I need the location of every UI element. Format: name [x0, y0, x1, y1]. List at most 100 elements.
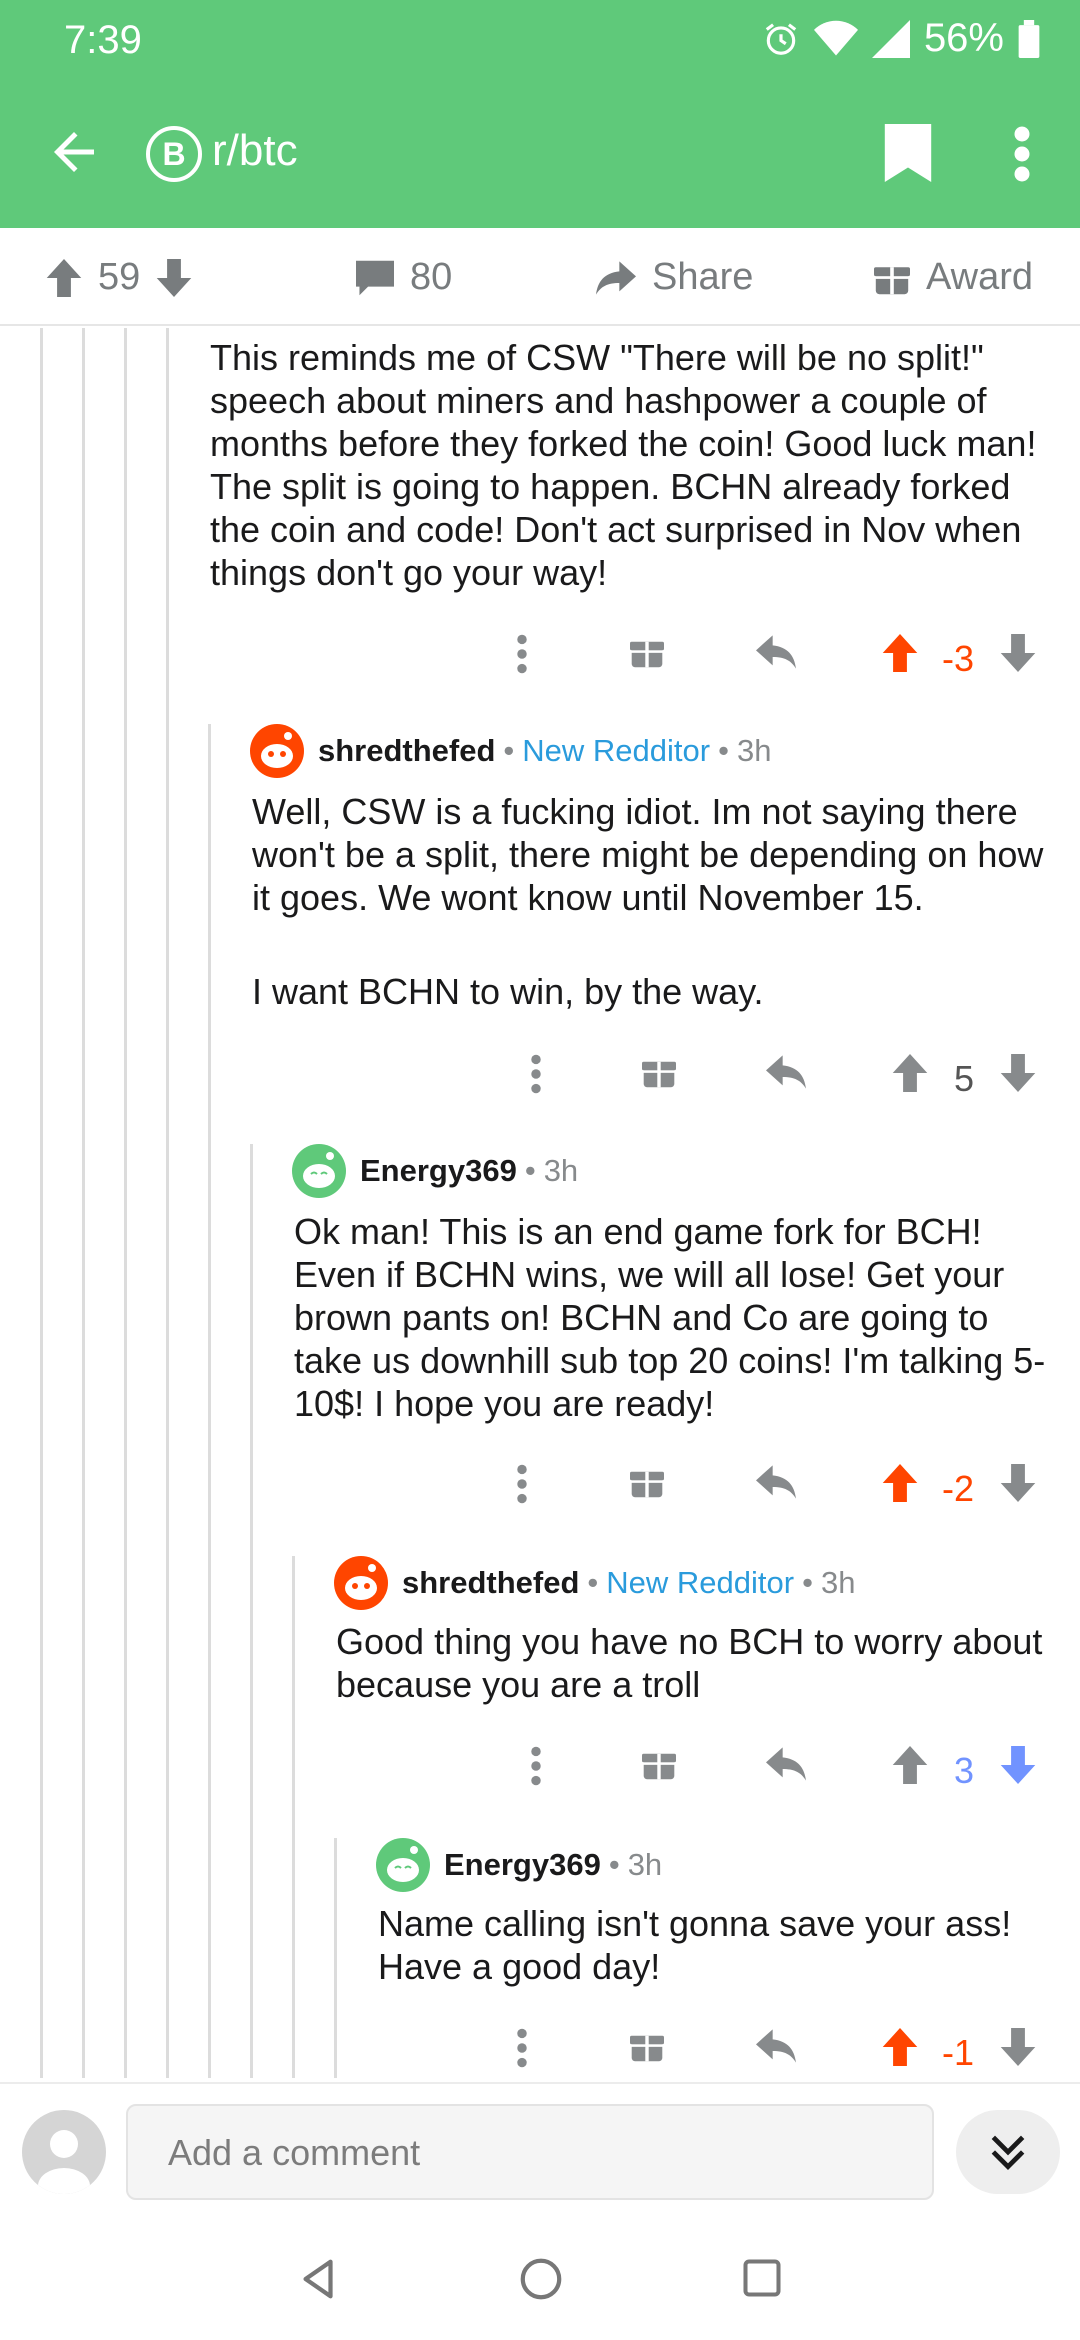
collapse-comments-button[interactable] [956, 2110, 1060, 2194]
more-options-icon[interactable] [530, 1746, 542, 1786]
status-icons: 56% [762, 16, 1040, 61]
thread-line[interactable] [166, 328, 169, 2078]
downvote-icon[interactable] [1000, 1054, 1036, 1092]
reply-icon[interactable] [756, 634, 796, 670]
award-button[interactable]: Award [874, 256, 1033, 299]
user-silhouette-icon [38, 2130, 90, 2194]
comment-score: -3 [942, 638, 975, 679]
more-options-icon[interactable] [516, 634, 528, 674]
reply-icon[interactable] [756, 2028, 796, 2064]
upvote-icon[interactable] [882, 1464, 918, 1502]
gift-icon[interactable] [630, 2028, 664, 2064]
gift-icon [874, 266, 910, 294]
back-arrow-icon[interactable] [44, 122, 104, 182]
wifi-icon [813, 20, 858, 56]
nav-back-icon[interactable] [296, 2256, 342, 2302]
gift-icon[interactable] [642, 1054, 676, 1090]
subreddit-icon[interactable]: B [146, 126, 202, 182]
signal-icon [871, 19, 910, 58]
user-avatar[interactable] [376, 1838, 430, 1892]
reply-icon[interactable] [766, 1054, 806, 1090]
downvote-icon[interactable] [1000, 1746, 1036, 1784]
username[interactable]: shredthefed [402, 1565, 579, 1601]
user-flair: New Redditor [522, 733, 711, 768]
comment-header: shredthefed • New Redditor • 3h [334, 1556, 855, 1610]
alarm-icon [765, 22, 797, 55]
gift-icon[interactable] [630, 1464, 664, 1500]
comment-bubble-icon [356, 260, 394, 295]
thread-line[interactable] [292, 1556, 295, 2078]
comment-age: 3h [627, 1847, 663, 1882]
add-comment-placeholder: Add a comment [168, 2132, 421, 2173]
username[interactable]: Energy369 [444, 1847, 601, 1883]
separator-dot: • [718, 733, 729, 768]
username[interactable]: shredthefed [318, 733, 495, 769]
comment-header: shredthefed • New Redditor • 3h [250, 724, 771, 778]
downvote-icon[interactable] [1000, 2028, 1036, 2066]
add-comment-input[interactable]: Add a comment [126, 2104, 934, 2200]
thread-line[interactable] [208, 724, 211, 2078]
gift-icon[interactable] [630, 634, 664, 670]
user-flair: New Redditor [606, 1565, 795, 1600]
comment-body-paragraph: I want BCHN to win, by the way. [252, 971, 764, 1012]
my-avatar[interactable] [22, 2110, 106, 2194]
upvote-icon[interactable] [882, 634, 918, 672]
post-action-bar: 59 80 Share Award [0, 228, 1080, 326]
upvote-icon[interactable] [892, 1746, 928, 1784]
thread-line[interactable] [334, 1838, 337, 2078]
comment-actions: 3 [526, 1746, 1050, 1796]
comment-body: Good thing you have no BCH to worry abou… [336, 1621, 1043, 1705]
user-avatar[interactable] [250, 724, 304, 778]
upvote-icon[interactable] [892, 1054, 928, 1092]
comment-score: -1 [942, 2032, 975, 2073]
user-avatar[interactable] [334, 1556, 388, 1610]
comment-body: This reminds me of CSW "There will be no… [210, 337, 1037, 593]
share-label: Share [652, 256, 754, 298]
system-nav-bar [0, 2218, 1080, 2340]
gift-icon[interactable] [642, 1746, 676, 1782]
comment-composer: Add a comment [0, 2082, 1080, 2218]
separator-dot: • [802, 1565, 813, 1600]
status-bar: 7:39 56% [0, 0, 1080, 80]
comment-header: Energy369 • 3h [292, 1144, 578, 1198]
reply-icon[interactable] [756, 1464, 796, 1500]
comment-actions: 5 [526, 1054, 1050, 1104]
comment-actions: -2 [510, 1464, 1050, 1514]
comment-age: 3h [736, 733, 772, 768]
comment-header: Energy369 • 3h [376, 1838, 662, 1892]
double-chevron-down-icon [991, 2135, 1025, 2171]
comment-age: 3h [543, 1153, 579, 1188]
subreddit-name[interactable]: r/btc [212, 126, 298, 176]
thread-line[interactable] [82, 328, 85, 2078]
comment-actions: -1 [510, 2028, 1050, 2078]
username[interactable]: Energy369 [360, 1153, 517, 1189]
user-avatar[interactable] [292, 1144, 346, 1198]
bookmark-icon[interactable] [884, 124, 932, 182]
battery-icon [1018, 19, 1040, 58]
more-options-icon[interactable] [530, 1054, 542, 1094]
status-time: 7:39 [64, 18, 142, 62]
downvote-icon[interactable] [1000, 1464, 1036, 1502]
comment-count: 80 [410, 256, 453, 298]
more-options-icon[interactable] [1010, 124, 1034, 184]
app-bar: B r/btc [0, 80, 1080, 228]
nav-recents-icon[interactable] [740, 2256, 784, 2300]
thread-line[interactable] [250, 1144, 253, 2078]
thread-line[interactable] [40, 328, 43, 2078]
downvote-icon[interactable] [1000, 634, 1036, 672]
thread-line[interactable] [124, 328, 127, 2078]
downvote-icon[interactable] [156, 258, 192, 297]
more-options-icon[interactable] [516, 1464, 528, 1504]
reply-icon[interactable] [766, 1746, 806, 1782]
comment-thread: This reminds me of CSW "There will be no… [0, 328, 1080, 2078]
comment-score: 5 [954, 1058, 975, 1099]
separator-dot: • [587, 1565, 599, 1600]
share-button[interactable]: Share [596, 256, 753, 299]
upvote-icon[interactable] [882, 2028, 918, 2066]
nav-home-icon[interactable] [518, 2256, 564, 2302]
share-icon [596, 260, 636, 295]
upvote-icon[interactable] [46, 258, 82, 297]
more-options-icon[interactable] [516, 2028, 528, 2068]
comments-button[interactable]: 80 [356, 256, 452, 299]
comment-body: Name calling isn't gonna save your ass! … [378, 1903, 1012, 1987]
